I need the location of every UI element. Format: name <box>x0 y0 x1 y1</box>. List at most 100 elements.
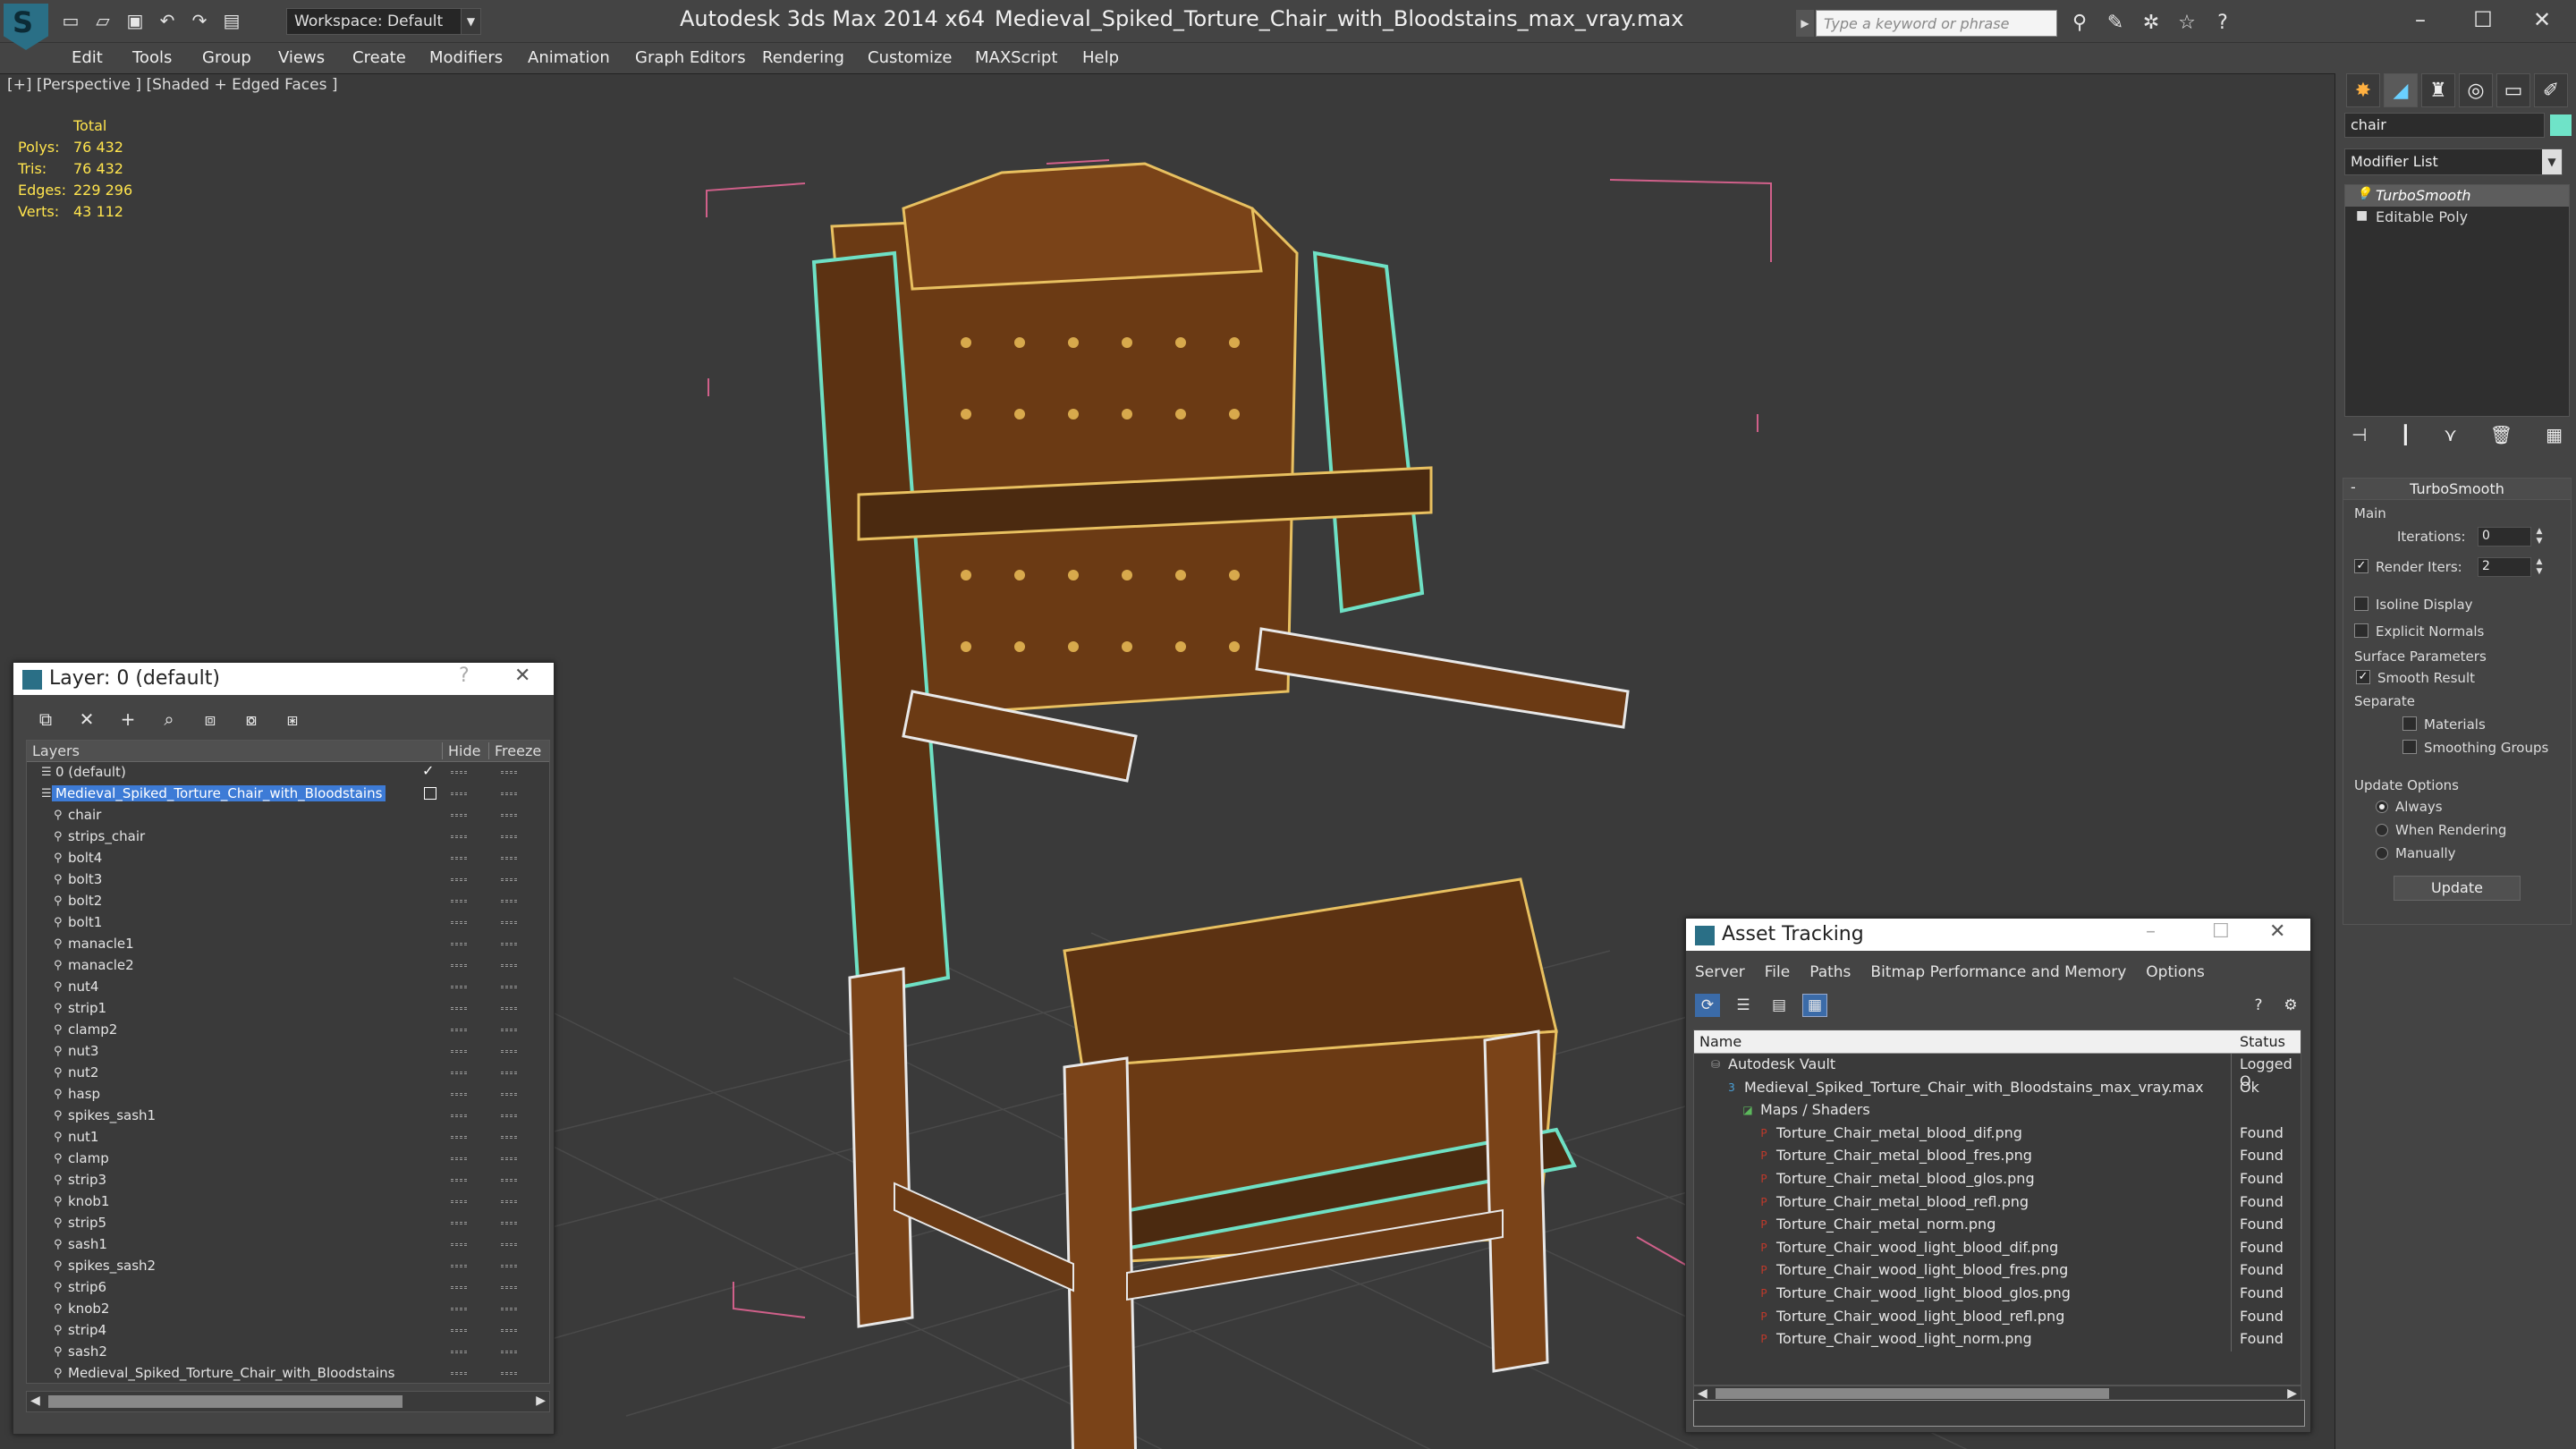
freeze-toggle[interactable] <box>501 1329 517 1332</box>
hierarchy-tab-icon[interactable]: ♜ <box>2421 73 2455 107</box>
freeze-toggle[interactable] <box>501 1029 517 1031</box>
menu-group[interactable]: Group <box>202 48 251 67</box>
hide-toggle[interactable] <box>451 792 467 795</box>
render-iters-spinner[interactable]: 2 <box>2478 557 2531 577</box>
freeze-unfreeze-all-icon[interactable]: ⧆ <box>278 706 307 733</box>
layer-row[interactable]: ⚲ nut4 <box>27 977 549 998</box>
show-end-result-icon[interactable]: ┃ <box>2400 424 2411 456</box>
when-rendering-radio[interactable] <box>2376 824 2388 836</box>
layer-row[interactable]: ⚲ clamp <box>27 1148 549 1170</box>
freeze-toggle[interactable] <box>501 1222 517 1224</box>
asset-menu-paths[interactable]: Paths <box>1809 963 1851 981</box>
hide-toggle[interactable] <box>451 1093 467 1096</box>
scroll-left-icon[interactable]: ◀ <box>30 1394 40 1408</box>
open-file-icon[interactable]: ▱ <box>89 7 116 34</box>
table-view-icon[interactable]: ▤ <box>1767 994 1792 1017</box>
layer-row[interactable]: ⚲ strip1 <box>27 998 549 1020</box>
object-color-swatch[interactable] <box>2550 114 2572 136</box>
freeze-toggle[interactable] <box>501 1351 517 1353</box>
layer-row[interactable]: ⚲ nut3 <box>27 1041 549 1063</box>
hide-toggle[interactable] <box>451 857 467 860</box>
hide-toggle[interactable] <box>451 1308 467 1310</box>
freeze-toggle[interactable] <box>501 857 517 860</box>
freeze-toggle[interactable] <box>501 986 517 988</box>
layer-row[interactable]: ⚲ strip5 <box>27 1213 549 1234</box>
asset-menu-bitmap-performance[interactable]: Bitmap Performance and Memory <box>1870 963 2126 981</box>
layer-row[interactable]: ⚲ nut1 <box>27 1127 549 1148</box>
remove-modifier-icon[interactable]: 🗑 <box>2490 424 2512 456</box>
freeze-toggle[interactable] <box>501 1072 517 1074</box>
menu-help[interactable]: Help <box>1082 48 1119 67</box>
hide-toggle[interactable] <box>451 1136 467 1139</box>
minimize-icon[interactable]: – <box>2394 4 2447 36</box>
menu-maxscript[interactable]: MAXScript <box>975 48 1057 67</box>
asset-row[interactable]: ⛁ Autodesk Vault Logged O <box>1694 1054 2301 1089</box>
asset-dialog-title-bar[interactable]: Asset Tracking – ☐ ✕ <box>1686 919 2310 951</box>
layer-row[interactable]: ⚲ Medieval_Spiked_Torture_Chair_with_Bloo… <box>27 1363 549 1383</box>
add-to-layer-icon[interactable]: + <box>114 706 142 733</box>
hide-toggle[interactable] <box>451 835 467 838</box>
communication-icon[interactable]: ✲ <box>2138 9 2165 36</box>
layer-row[interactable]: ☰ 0 (default) ✓ <box>27 762 549 784</box>
smooth-result-checkbox[interactable]: ✓ <box>2356 670 2370 684</box>
menu-graph-editors[interactable]: Graph Editors <box>635 48 746 67</box>
minimize-icon[interactable]: – <box>2146 920 2156 943</box>
freeze-toggle[interactable] <box>501 943 517 945</box>
menu-customize[interactable]: Customize <box>868 48 952 67</box>
freeze-toggle[interactable] <box>501 771 517 774</box>
freeze-toggle[interactable] <box>501 792 517 795</box>
project-folder-icon[interactable]: ▤ <box>218 7 245 34</box>
column-layers[interactable]: Layers <box>32 742 80 759</box>
layer-row[interactable]: ⚲ knob2 <box>27 1299 549 1320</box>
iterations-spinner[interactable]: 0 <box>2478 527 2531 547</box>
layer-row[interactable]: ⚲ hasp <box>27 1084 549 1106</box>
asset-menu-server[interactable]: Server <box>1695 963 1745 981</box>
stack-item-editable-poly[interactable]: ■ Editable Poly <box>2345 207 2569 228</box>
list-view-icon[interactable]: ☰ <box>1731 994 1756 1017</box>
help-icon[interactable]: ? <box>2246 994 2271 1017</box>
refresh-icon[interactable]: ⟳ <box>1695 994 1720 1017</box>
help-icon[interactable]: ? <box>459 665 470 687</box>
hide-unhide-all-icon[interactable]: ⧇ <box>237 706 266 733</box>
asset-row[interactable]: P Torture_Chair_wood_light_blood_fres.png… <box>1694 1259 2301 1283</box>
hide-toggle[interactable] <box>451 1114 467 1117</box>
layer-row[interactable]: ⚲ clamp2 <box>27 1020 549 1041</box>
menu-animation[interactable]: Animation <box>528 48 610 67</box>
hide-toggle[interactable] <box>451 964 467 967</box>
hide-toggle[interactable] <box>451 1372 467 1375</box>
asset-menu-options[interactable]: Options <box>2146 963 2205 981</box>
layer-row[interactable]: ☰ Medieval_Spiked_Torture_Chair_with_Bloo… <box>27 784 549 805</box>
maximize-icon[interactable]: ☐ <box>2456 4 2510 36</box>
freeze-toggle[interactable] <box>501 1136 517 1139</box>
freeze-toggle[interactable] <box>501 814 517 817</box>
settings-icon[interactable]: ⚙ <box>2278 994 2303 1017</box>
subscription-icon[interactable]: ✎ <box>2102 9 2129 36</box>
layer-row[interactable]: ⚲ chair <box>27 805 549 826</box>
freeze-toggle[interactable] <box>501 1093 517 1096</box>
scrollbar-thumb[interactable] <box>48 1395 402 1408</box>
expand-plus-icon[interactable]: ■ <box>2356 208 2368 223</box>
column-hide[interactable]: Hide <box>442 742 480 759</box>
hide-toggle[interactable] <box>451 1007 467 1010</box>
collapse-icon[interactable]: - <box>2351 479 2356 496</box>
explicit-normals-checkbox[interactable] <box>2354 623 2368 638</box>
layer-row[interactable]: ⚲ spikes_sash2 <box>27 1256 549 1277</box>
help-icon[interactable]: ? <box>2209 9 2236 36</box>
layer-list-horizontal-scrollbar[interactable]: ◀ ▶ <box>26 1391 550 1412</box>
hide-toggle[interactable] <box>451 1200 467 1203</box>
asset-row[interactable]: P Torture_Chair_wood_light_blood_refl.png… <box>1694 1306 2301 1329</box>
layer-row[interactable]: ⚲ bolt1 <box>27 912 549 934</box>
layer-row[interactable]: ⚲ bolt3 <box>27 869 549 891</box>
hide-toggle[interactable] <box>451 900 467 902</box>
utilities-tab-icon[interactable]: ✐ <box>2534 73 2568 107</box>
layer-row[interactable]: ⚲ manacle1 <box>27 934 549 955</box>
asset-row[interactable]: P Torture_Chair_metal_blood_dif.png Found <box>1694 1123 2301 1146</box>
asset-row[interactable]: 3 Medieval_Spiked_Torture_Chair_with_Bloo… <box>1694 1077 2301 1100</box>
highlight-selected-layer-icon[interactable]: ⧈ <box>196 706 225 733</box>
motion-tab-icon[interactable]: ◎ <box>2459 73 2493 107</box>
freeze-toggle[interactable] <box>501 900 517 902</box>
update-button[interactable]: Update <box>2394 876 2521 901</box>
pin-stack-icon[interactable]: ⊣ <box>2351 424 2367 456</box>
hide-toggle[interactable] <box>451 921 467 924</box>
freeze-toggle[interactable] <box>501 964 517 967</box>
